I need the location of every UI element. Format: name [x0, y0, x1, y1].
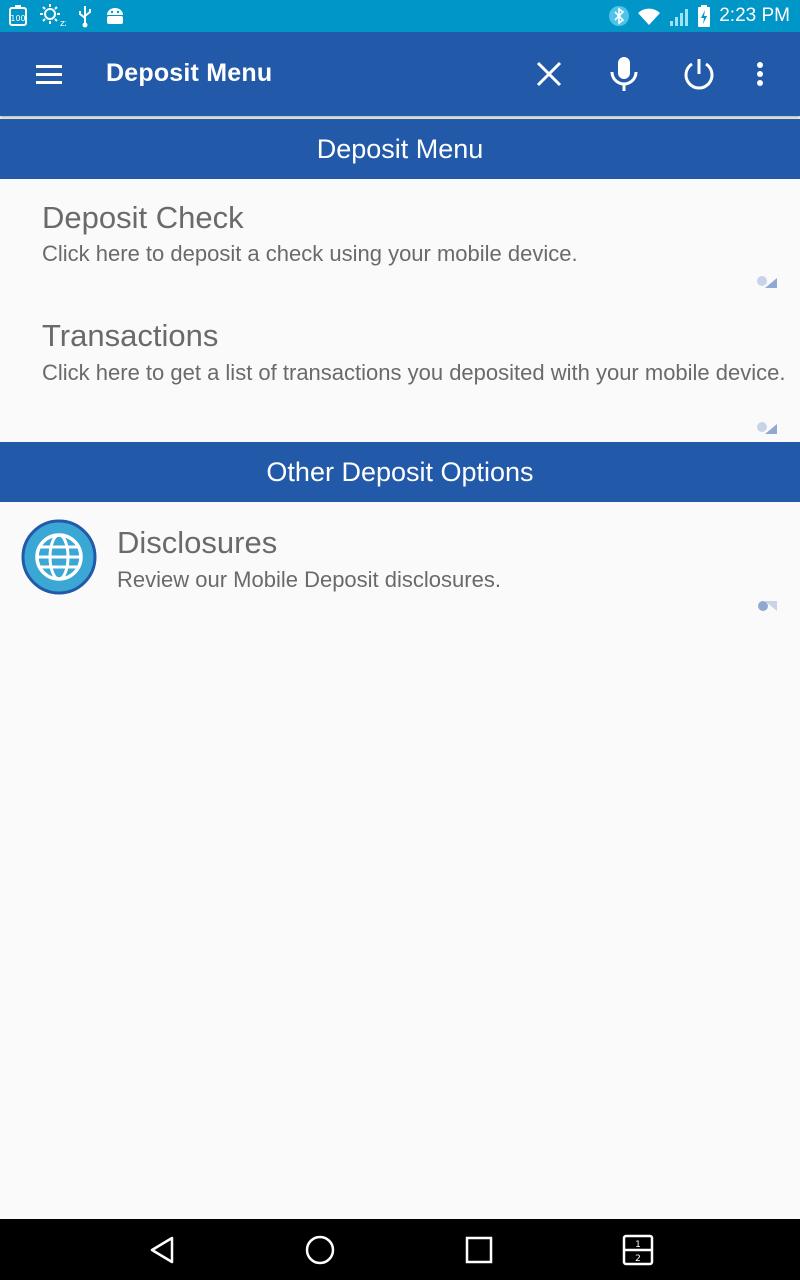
battery-charging-icon	[697, 4, 711, 28]
split-screen-icon: 1 2	[622, 1234, 654, 1266]
corner-indicator-icon	[756, 420, 778, 441]
svg-text:2: 2	[635, 1254, 641, 1264]
usb-icon	[78, 4, 92, 28]
recents-button[interactable]	[462, 1233, 496, 1267]
list-item-disclosures[interactable]: Disclosures Review our Mobile Deposit di…	[0, 505, 800, 615]
globe-icon	[21, 519, 97, 595]
android-icon	[104, 5, 126, 27]
svg-text:1: 1	[635, 1240, 641, 1250]
item-title: Disclosures	[117, 525, 278, 560]
list-item-transactions[interactable]: Transactions Click here to get a list of…	[0, 300, 800, 442]
split-screen-button[interactable]: 1 2	[621, 1233, 655, 1267]
sleep-zz-icon: zz	[40, 4, 66, 28]
mic-icon	[610, 57, 638, 91]
home-icon	[305, 1235, 335, 1265]
menu-button[interactable]	[24, 52, 72, 96]
svg-text:100: 100	[10, 14, 25, 23]
app-bar: Deposit Menu	[0, 32, 800, 116]
system-nav-bar: 1 2	[0, 1219, 800, 1280]
menu-icon	[36, 65, 62, 84]
power-icon	[684, 59, 714, 90]
item-title: Deposit Check	[42, 200, 244, 235]
corner-indicator-icon	[756, 274, 778, 295]
recents-icon	[465, 1236, 493, 1264]
item-description: Review our Mobile Deposit disclosures.	[117, 567, 501, 592]
corner-indicator-icon	[756, 597, 778, 618]
item-description: Click here to deposit a check using your…	[42, 241, 578, 266]
more-options-button[interactable]	[738, 52, 782, 96]
bluetooth-icon	[609, 4, 630, 28]
wifi-icon	[637, 5, 661, 27]
section-header-deposit-menu: Deposit Menu	[0, 119, 800, 179]
power-button[interactable]	[677, 52, 721, 96]
status-bar: 100 zz	[0, 0, 800, 32]
svg-text:zz: zz	[60, 19, 66, 28]
status-time: 2:23 PM	[719, 5, 790, 26]
page-title: Deposit Menu	[106, 59, 273, 87]
home-button[interactable]	[303, 1233, 337, 1267]
close-icon	[536, 61, 562, 87]
signal-icon	[669, 5, 689, 27]
mic-button[interactable]	[602, 52, 646, 96]
more-vert-icon	[757, 62, 763, 86]
back-button[interactable]	[145, 1233, 179, 1267]
back-icon	[150, 1236, 174, 1264]
section-header-other-deposit-options: Other Deposit Options	[0, 442, 800, 502]
item-description: Click here to get a list of transactions…	[42, 360, 786, 385]
item-title: Transactions	[42, 318, 219, 353]
close-button[interactable]	[527, 52, 571, 96]
list-item-deposit-check[interactable]: Deposit Check Click here to deposit a ch…	[0, 180, 800, 298]
battery-100-icon: 100	[8, 5, 28, 27]
